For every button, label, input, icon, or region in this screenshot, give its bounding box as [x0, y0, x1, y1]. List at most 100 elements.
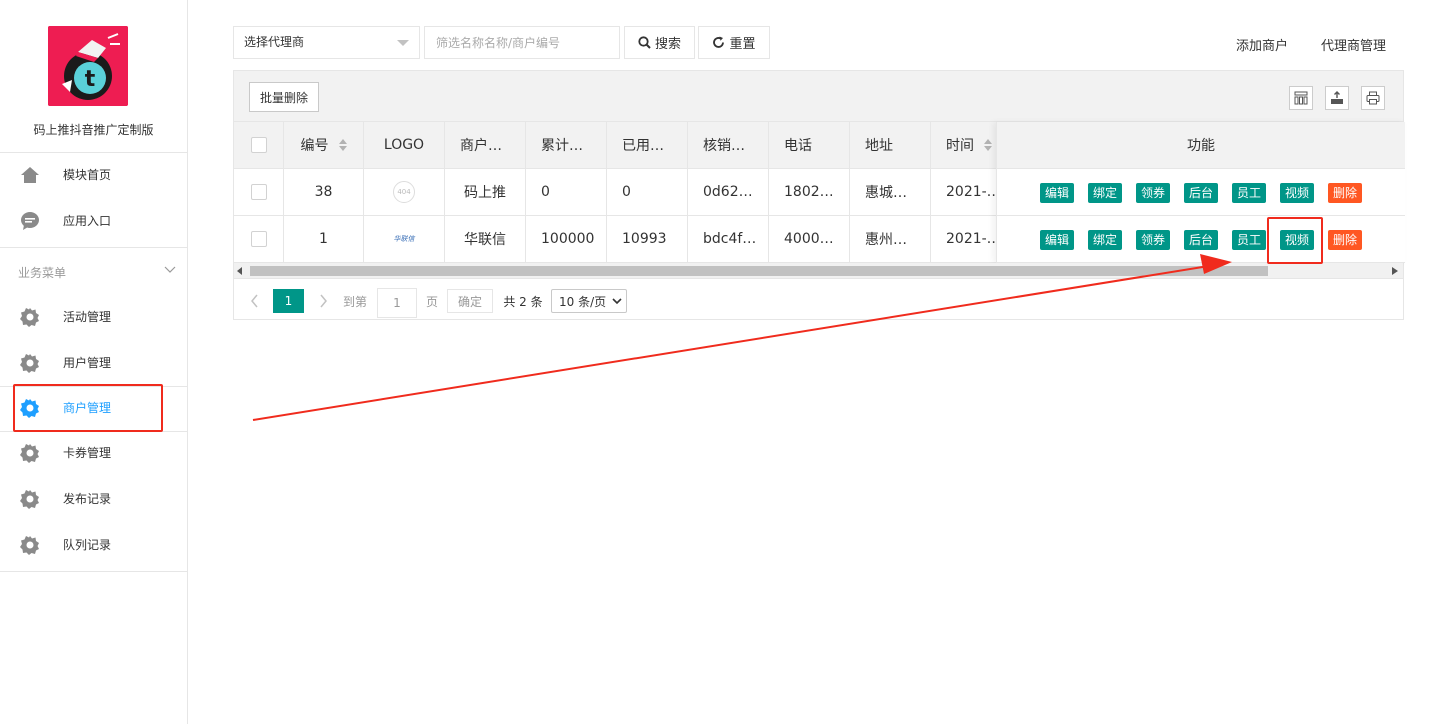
- sidebar-item-label: 模块首页: [63, 168, 112, 182]
- print-icon[interactable]: [1361, 86, 1385, 110]
- next-page-icon[interactable]: [318, 289, 328, 313]
- column-header-merchant: 商户…: [445, 122, 526, 168]
- sidebar-item-label: 活动管理: [63, 310, 112, 324]
- sidebar-item-merchants[interactable]: 商户管理: [0, 385, 187, 431]
- cell-total: 100000: [526, 216, 607, 262]
- gear-icon: [20, 354, 39, 373]
- cell-phone: 4000…: [769, 216, 850, 262]
- claim-coupon-button[interactable]: 领券: [1136, 183, 1171, 203]
- search-button[interactable]: 搜索: [624, 26, 695, 59]
- delete-button[interactable]: 删除: [1328, 230, 1363, 250]
- scroll-left-icon[interactable]: [237, 267, 243, 275]
- goto-page-input[interactable]: 1: [377, 288, 417, 318]
- agent-select[interactable]: 选择代理商: [233, 26, 420, 59]
- column-header-id[interactable]: 编号: [284, 122, 364, 168]
- video-button[interactable]: 视频: [1280, 183, 1315, 203]
- cell-logo: 华联信: [364, 216, 445, 262]
- sidebar-brand: t 码上推抖音推广定制版: [0, 0, 187, 153]
- checkbox[interactable]: [250, 184, 267, 200]
- goto-confirm-button[interactable]: 确定: [447, 289, 493, 313]
- column-header-verify: 核销…: [688, 122, 769, 168]
- header-select-all[interactable]: [234, 122, 284, 168]
- sidebar-item-app-entry[interactable]: 应用入口: [0, 198, 187, 244]
- bind-button[interactable]: 绑定: [1088, 230, 1123, 250]
- backend-button[interactable]: 后台: [1184, 183, 1219, 203]
- column-header-label: LOGO: [383, 137, 425, 153]
- cell-address: 惠州…: [850, 216, 931, 262]
- pagination: 1 到第 1 页 确定 共 2 条 10 条/页: [234, 280, 1403, 320]
- column-header-logo: LOGO: [364, 122, 445, 168]
- staff-button[interactable]: 员工: [1232, 230, 1267, 250]
- edit-button[interactable]: 编辑: [1040, 183, 1075, 203]
- table-toolbar: 批量删除: [234, 71, 1403, 122]
- reset-button-label: 重置: [729, 37, 756, 52]
- sidebar-item-users[interactable]: 用户管理: [0, 340, 187, 386]
- search-input[interactable]: [424, 26, 620, 59]
- page-number-current[interactable]: 1: [273, 289, 304, 313]
- export-icon[interactable]: [1325, 86, 1349, 110]
- column-header-actions: 功能: [997, 122, 1405, 169]
- delete-button[interactable]: 删除: [1328, 183, 1363, 203]
- checkbox[interactable]: [250, 137, 267, 153]
- column-header-label: 时间: [946, 138, 974, 154]
- sidebar-item-label: 卡券管理: [63, 446, 112, 460]
- sidebar-item-publish-log[interactable]: 发布记录: [0, 476, 187, 522]
- column-header-address: 地址: [850, 122, 931, 168]
- sidebar-item-label: 发布记录: [63, 492, 112, 506]
- search-button-label: 搜索: [654, 37, 681, 52]
- sidebar-item-label: 队列记录: [63, 538, 112, 552]
- home-icon: [21, 167, 39, 183]
- reset-button[interactable]: 重置: [698, 26, 770, 59]
- scrollbar-thumb[interactable]: [250, 266, 1268, 276]
- prev-page-icon[interactable]: [250, 289, 260, 313]
- page-size-select[interactable]: 10 条/页: [551, 289, 627, 313]
- agent-manage-link[interactable]: 代理商管理: [1321, 35, 1386, 54]
- sidebar-divider: [0, 247, 187, 248]
- page-size-value: 10 条/页: [559, 294, 607, 309]
- sort-icon[interactable]: [338, 139, 347, 151]
- backend-button[interactable]: 后台: [1184, 230, 1219, 250]
- bind-button[interactable]: 绑定: [1088, 183, 1123, 203]
- sidebar-group-title: 业务菜单: [18, 266, 67, 280]
- sidebar-item-home[interactable]: 模块首页: [0, 152, 187, 198]
- columns-filter-icon[interactable]: [1289, 86, 1313, 110]
- row-select[interactable]: [234, 216, 284, 262]
- row-select[interactable]: [234, 169, 284, 215]
- column-header-total: 累计…: [526, 122, 607, 168]
- scroll-right-icon[interactable]: [1392, 267, 1398, 275]
- sidebar-item-label: 应用入口: [63, 214, 112, 228]
- cell-verify-code: bdc4f…: [688, 216, 769, 262]
- cell-used: 10993: [607, 216, 688, 262]
- claim-coupon-button[interactable]: 领券: [1136, 230, 1171, 250]
- search-icon: [638, 36, 651, 49]
- cell-merchant: 华联信: [445, 216, 526, 262]
- column-header-label: 累计…: [541, 138, 583, 154]
- refresh-icon: [713, 36, 725, 48]
- gear-icon: [20, 308, 39, 327]
- sort-icon[interactable]: [984, 139, 992, 151]
- goto-label: 到第: [342, 294, 367, 309]
- sidebar-divider: [0, 571, 187, 572]
- staff-button[interactable]: 员工: [1232, 183, 1267, 203]
- sidebar-item-coupons[interactable]: 卡券管理: [0, 430, 187, 476]
- edit-button[interactable]: 编辑: [1040, 230, 1075, 250]
- column-header-label: 编号: [300, 138, 329, 154]
- column-header-label: 核销…: [703, 138, 745, 154]
- sidebar-item-activity[interactable]: 活动管理: [0, 294, 187, 340]
- merchant-table-panel: 批量删除 编号 LOGO 商户… 累计… 已用… 核销… 电话 地址 时间 38…: [233, 70, 1405, 320]
- cell-merchant: 码上推: [445, 169, 526, 215]
- actions-row: 编辑 绑定 领券 后台 员工 视频 删除: [997, 169, 1405, 216]
- agent-select-value: 选择代理商: [244, 35, 305, 49]
- video-button[interactable]: 视频: [1280, 230, 1315, 250]
- horizontal-scrollbar[interactable]: [234, 263, 1403, 279]
- caret-down-icon: [397, 40, 409, 46]
- add-merchant-link[interactable]: 添加商户: [1236, 35, 1288, 54]
- sidebar-item-label: 商户管理: [63, 401, 112, 415]
- gear-icon: [20, 399, 39, 418]
- batch-delete-button[interactable]: 批量删除: [249, 82, 319, 112]
- chevron-down-icon[interactable]: [164, 263, 176, 275]
- sidebar-item-queue-log[interactable]: 队列记录: [0, 522, 187, 568]
- page-unit-label: 页: [425, 294, 438, 309]
- app-name: 码上推抖音推广定制版: [33, 123, 154, 137]
- checkbox[interactable]: [250, 231, 267, 247]
